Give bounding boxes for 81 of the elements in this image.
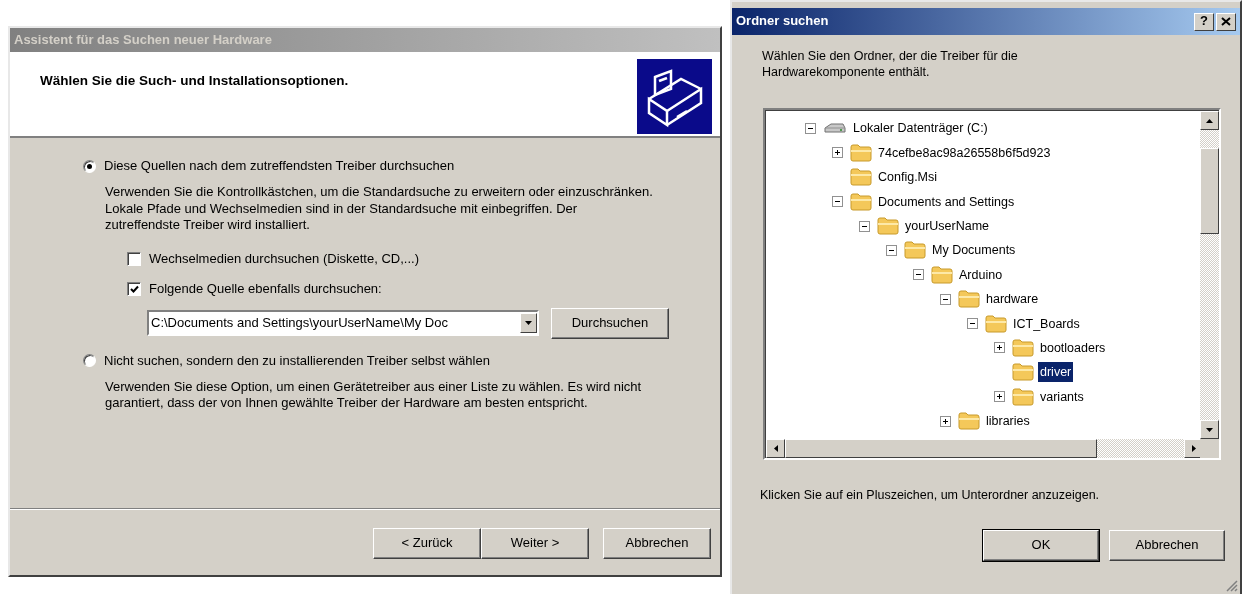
help-button[interactable]: ?	[1194, 12, 1214, 31]
collapse-button[interactable]	[805, 122, 816, 134]
window-title: Assistent für das Suchen neuer Hardware	[14, 31, 272, 49]
close-button[interactable]	[1216, 12, 1236, 31]
expand-button[interactable]	[832, 147, 843, 159]
option-description: Verwenden Sie diese Option, um einen Gerätetreiber aus einer Liste zu wählen. Es wird nicht garantiert, dass der von Ihnen gewählte Treiber der Hardware am besten entspricht.	[105, 378, 643, 412]
tree-item[interactable]: ICT_Boards	[1011, 313, 1082, 334]
tree-item[interactable]: Config.Msi	[876, 167, 940, 188]
arrow-down-icon	[1206, 427, 1213, 432]
dialog-button[interactable]: Abbrechen	[1109, 529, 1225, 561]
checkbox[interactable]	[127, 252, 141, 267]
collapse-button[interactable]	[859, 220, 870, 232]
folder-icon	[877, 216, 899, 236]
folder-icon	[850, 191, 872, 212]
folder-icon	[985, 313, 1007, 334]
scroll-down-button[interactable]	[1200, 420, 1219, 440]
checkbox[interactable]	[127, 282, 141, 297]
wizard-button[interactable]: < Zurück	[373, 528, 481, 559]
checkbox-label[interactable]: Folgende Quelle ebenfalls durchsuchen:	[149, 281, 382, 298]
option-description: Verwenden Sie die Kontrollkästchen, um die Standardsuche zu erweitern oder einzuschränken. Lokale Pfade und Wechselmedien sind in der Standardsuche mit einbegriffen. Der zutreffendste Treiber wird installiert.	[105, 184, 653, 233]
folder-icon	[850, 142, 872, 163]
plus-icon	[996, 393, 1003, 401]
arrow-left-icon	[773, 445, 778, 453]
option-label[interactable]: Diese Quellen nach dem zutreffendsten Treiber durchsuchen	[104, 158, 455, 175]
collapse-button[interactable]	[913, 269, 924, 281]
folder-icon	[1012, 362, 1034, 383]
plus-icon	[834, 149, 841, 157]
instruction-text: Wählen Sie den Ordner, der die Treiber für die Hardwarekomponente enthält.	[762, 49, 1019, 81]
folder-tree[interactable]: Lokaler Datenträger (C:) 74cefbe8ac98a26558b6f5d923 Config.Msi Documents and Settings yourUserName My Documents Arduino hardware ICT_Boards bootloaders driver variants libraries	[763, 108, 1221, 461]
arrow-right-icon	[1191, 445, 1196, 453]
folder-icon	[958, 411, 980, 432]
expand-button[interactable]	[994, 342, 1005, 354]
expand-button[interactable]	[940, 415, 951, 427]
tree-item[interactable]: Arduino	[957, 264, 1005, 285]
checkbox-label[interactable]: Wechselmedien durchsuchen (Diskette, CD,...)	[149, 251, 419, 268]
radio-button[interactable]	[83, 354, 96, 368]
tree-item[interactable]: Documents and Settings	[876, 191, 1017, 212]
tree-item[interactable]: My Documents	[930, 240, 1018, 261]
tree-item[interactable]: driver	[1038, 362, 1074, 383]
window-title: Ordner suchen	[736, 13, 830, 30]
scrollbar-corner	[1200, 439, 1219, 459]
folder-icon	[1012, 386, 1034, 407]
tree-item[interactable]: yourUserName	[903, 216, 992, 236]
horizontal-scrollbar[interactable]	[766, 439, 1203, 459]
folder-icon	[931, 264, 953, 285]
vertical-scrollbar[interactable]	[1200, 111, 1219, 440]
scrollbar-thumb[interactable]	[785, 439, 1097, 459]
check-icon	[128, 284, 140, 295]
hint-text: Klicken Sie auf ein Pluszeichen, um Unterordner anzuzeigen.	[760, 488, 1101, 504]
collapse-button[interactable]	[832, 196, 843, 208]
tree-item[interactable]: variants	[1038, 386, 1086, 407]
plus-icon	[942, 417, 949, 425]
tree-item[interactable]: hardware	[984, 289, 1041, 310]
folder-icon	[1012, 337, 1034, 358]
wizard-heading: Wählen Sie die Such- und Installationsoptionen.	[40, 73, 349, 90]
expand-button[interactable]	[994, 391, 1005, 403]
path-combobox[interactable]: C:\Documents and Settings\yourUserName\My Doc	[147, 310, 539, 336]
dialog-button[interactable]: OK	[983, 529, 1099, 561]
scrollbar-thumb[interactable]	[1200, 148, 1219, 235]
tree-item[interactable]: Lokaler Datenträger (C:)	[851, 118, 990, 139]
close-icon	[1221, 17, 1231, 26]
tree-item[interactable]: 74cefbe8ac98a26558b6f5d923	[876, 142, 1053, 163]
scroll-left-button[interactable]	[766, 439, 785, 459]
browse-button[interactable]: Durchsuchen	[551, 307, 669, 339]
collapse-button[interactable]	[967, 318, 978, 330]
wizard-button[interactable]: Abbrechen	[603, 528, 711, 559]
option-label[interactable]: Nicht suchen, sondern den zu installierenden Treiber selbst wählen	[104, 352, 490, 369]
tree-item[interactable]: bootloaders	[1038, 337, 1108, 358]
arrow-up-icon	[1206, 118, 1213, 123]
scroll-up-button[interactable]	[1200, 111, 1219, 131]
dropdown-arrow-icon	[525, 321, 532, 325]
collapse-button[interactable]	[886, 244, 897, 256]
folder-icon	[958, 289, 980, 310]
folder-icon	[904, 240, 926, 261]
wizard-button[interactable]: Weiter >	[481, 528, 589, 559]
tree-item[interactable]: libraries	[984, 411, 1032, 432]
plus-icon	[996, 344, 1003, 352]
resize-grip-icon[interactable]	[1225, 579, 1238, 592]
collapse-button[interactable]	[940, 293, 951, 305]
hardware-icon	[637, 59, 712, 134]
folder-icon	[850, 167, 872, 188]
